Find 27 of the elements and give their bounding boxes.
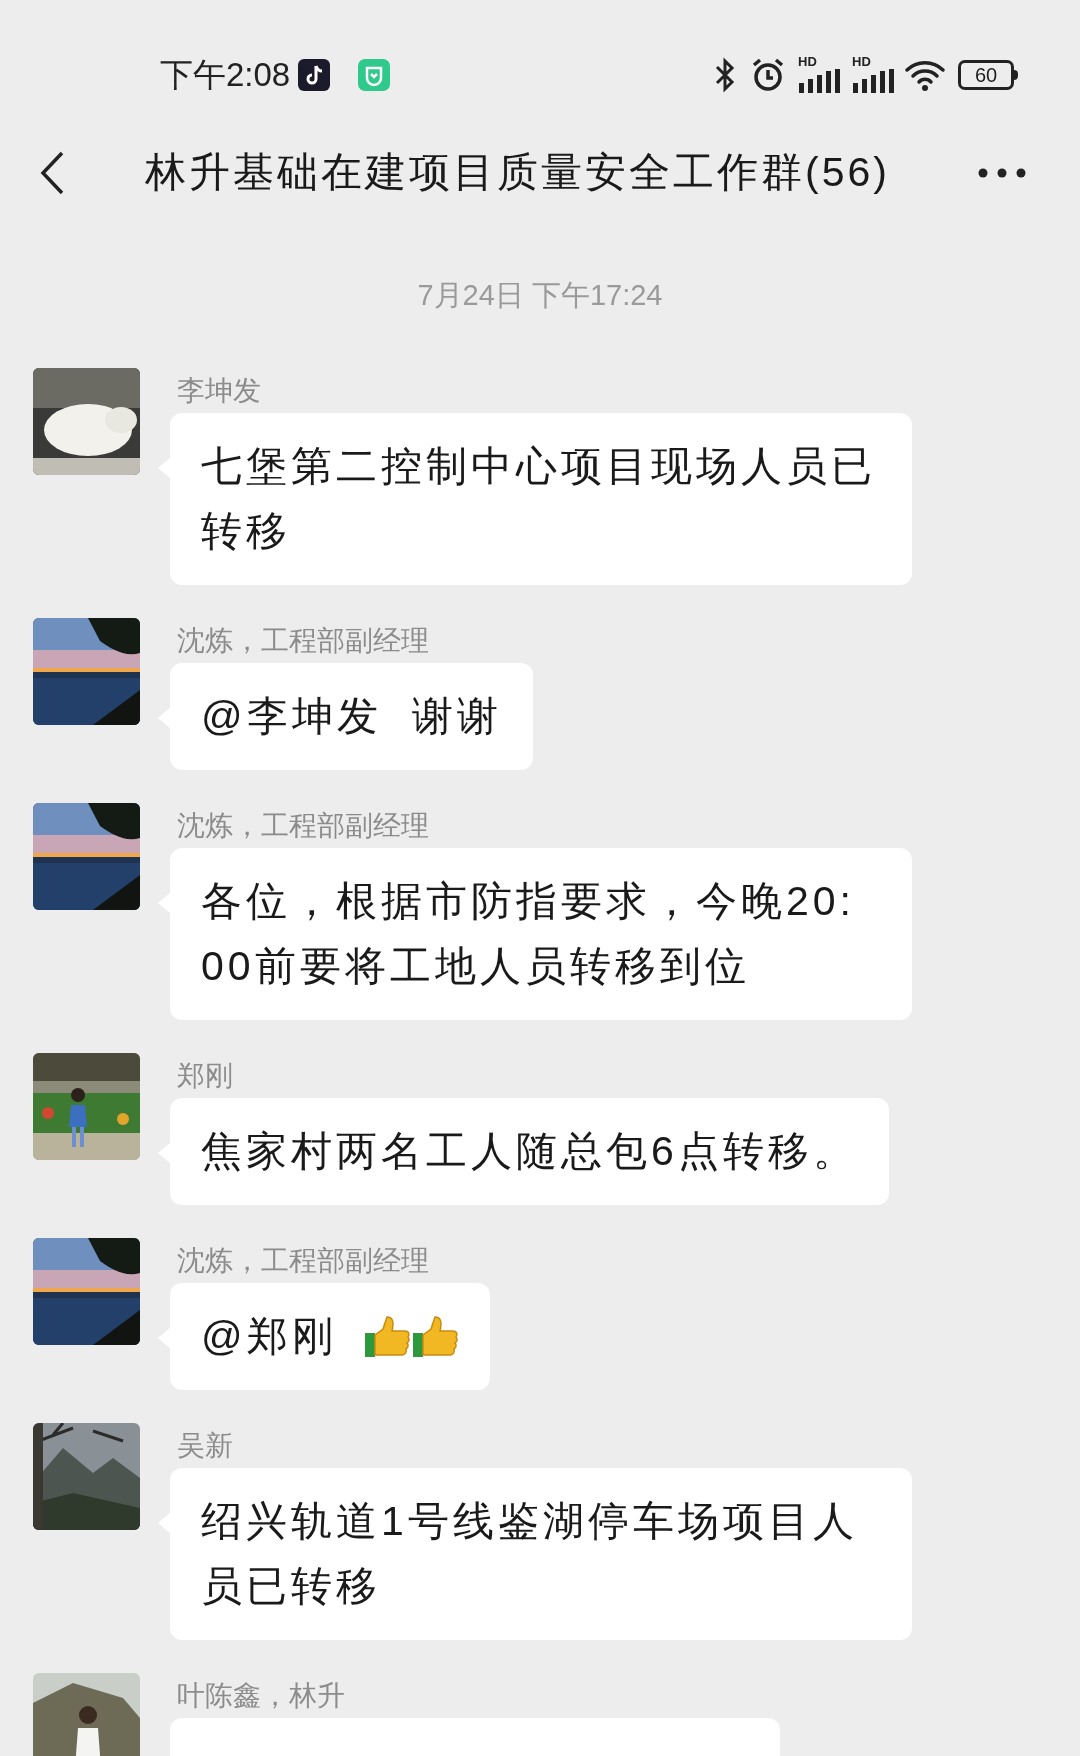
alarm-icon [750, 57, 786, 93]
back-icon[interactable] [38, 149, 66, 196]
message-text: @郑刚 [201, 1312, 337, 1361]
network-label: HD [852, 55, 871, 68]
message-bubble: 绍兴轨道1号线鉴湖停车场项目人员已转移 [170, 1468, 912, 1640]
status-time: 下午2:08 [160, 55, 291, 96]
sender-name: 沈炼，工程部副经理 [177, 624, 429, 658]
network-label: HD [798, 55, 817, 68]
bluetooth-icon [714, 57, 736, 93]
signal-icon [798, 69, 840, 93]
sender-name: 沈炼，工程部副经理 [177, 1244, 429, 1278]
date-label: 7月24日 下午17:24 [417, 278, 663, 314]
sender-name: 沈炼，工程部副经理 [177, 809, 429, 843]
wifi-icon [904, 58, 946, 92]
sender-name: 叶陈鑫，林升 [177, 1679, 345, 1713]
sender-name: 郑刚 [177, 1059, 233, 1093]
app-icon [358, 59, 391, 91]
chat-title: 林升基础在建项目质量安全工作群(56) [145, 147, 890, 197]
message-bubble: 各位，根据市防指要求，今晚20:00前要将工地人员转移到位 [170, 848, 912, 1020]
music-app-icon [298, 59, 331, 91]
message-bubble: 焦家村两名工人随总包6点转移。 [170, 1098, 889, 1205]
sender-name: 李坤发 [177, 374, 261, 408]
more-icon[interactable] [978, 167, 1026, 178]
signal-icon [852, 69, 894, 93]
sender-name: 吴新 [177, 1429, 233, 1463]
message-bubble: 七堡第二控制中心项目现场人员已转移 [170, 413, 912, 585]
message-bubble: @李坤发 谢谢 [170, 663, 534, 770]
